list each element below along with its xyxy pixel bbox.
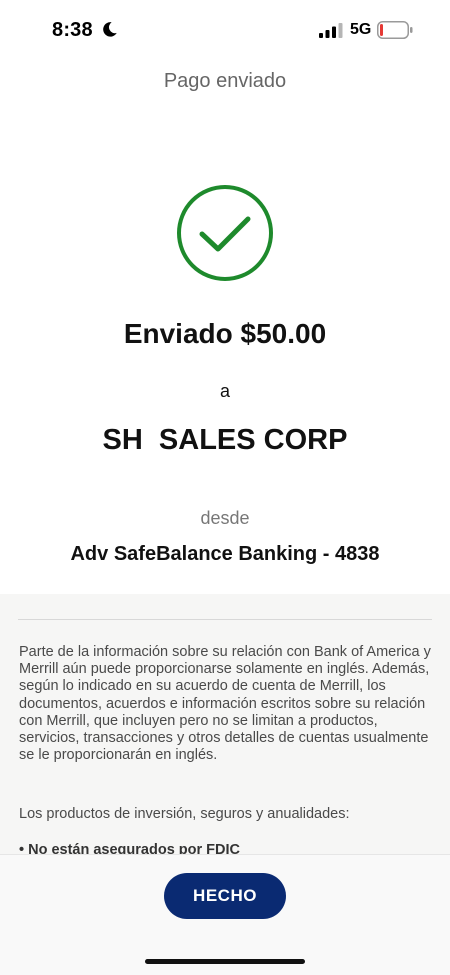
moon-icon [103, 22, 117, 37]
cellular-signal-icon [319, 23, 343, 38]
footer: HECHO [0, 854, 450, 975]
checkmark-circle-icon [177, 185, 273, 281]
divider [18, 619, 432, 620]
done-button[interactable]: HECHO [164, 873, 286, 919]
network-type: 5G [350, 21, 372, 38]
disclosure-subheading: Los productos de inversión, seguros y an… [19, 806, 350, 822]
status-bar: 8:38 5G [0, 0, 450, 60]
disclosure-text: Parte de la información sobre su relació… [19, 644, 431, 764]
from-label: desde [200, 508, 250, 528]
source-account: Adv SafeBalance Banking - 4838 [70, 543, 380, 565]
home-indicator[interactable] [145, 959, 305, 964]
battery-icon [377, 21, 413, 39]
to-label: a [219, 381, 230, 401]
disclosure-panel[interactable]: Parte de la información sobre su relació… [0, 594, 450, 854]
sent-amount: Enviado $50.00 [123, 318, 327, 349]
disclosure-bullet: • No están asegurados por FDIC [19, 842, 241, 854]
page-title: Pago enviado [163, 70, 287, 92]
status-time: 8:38 [52, 19, 93, 41]
recipient-name: SH SALES CORP [102, 424, 348, 456]
